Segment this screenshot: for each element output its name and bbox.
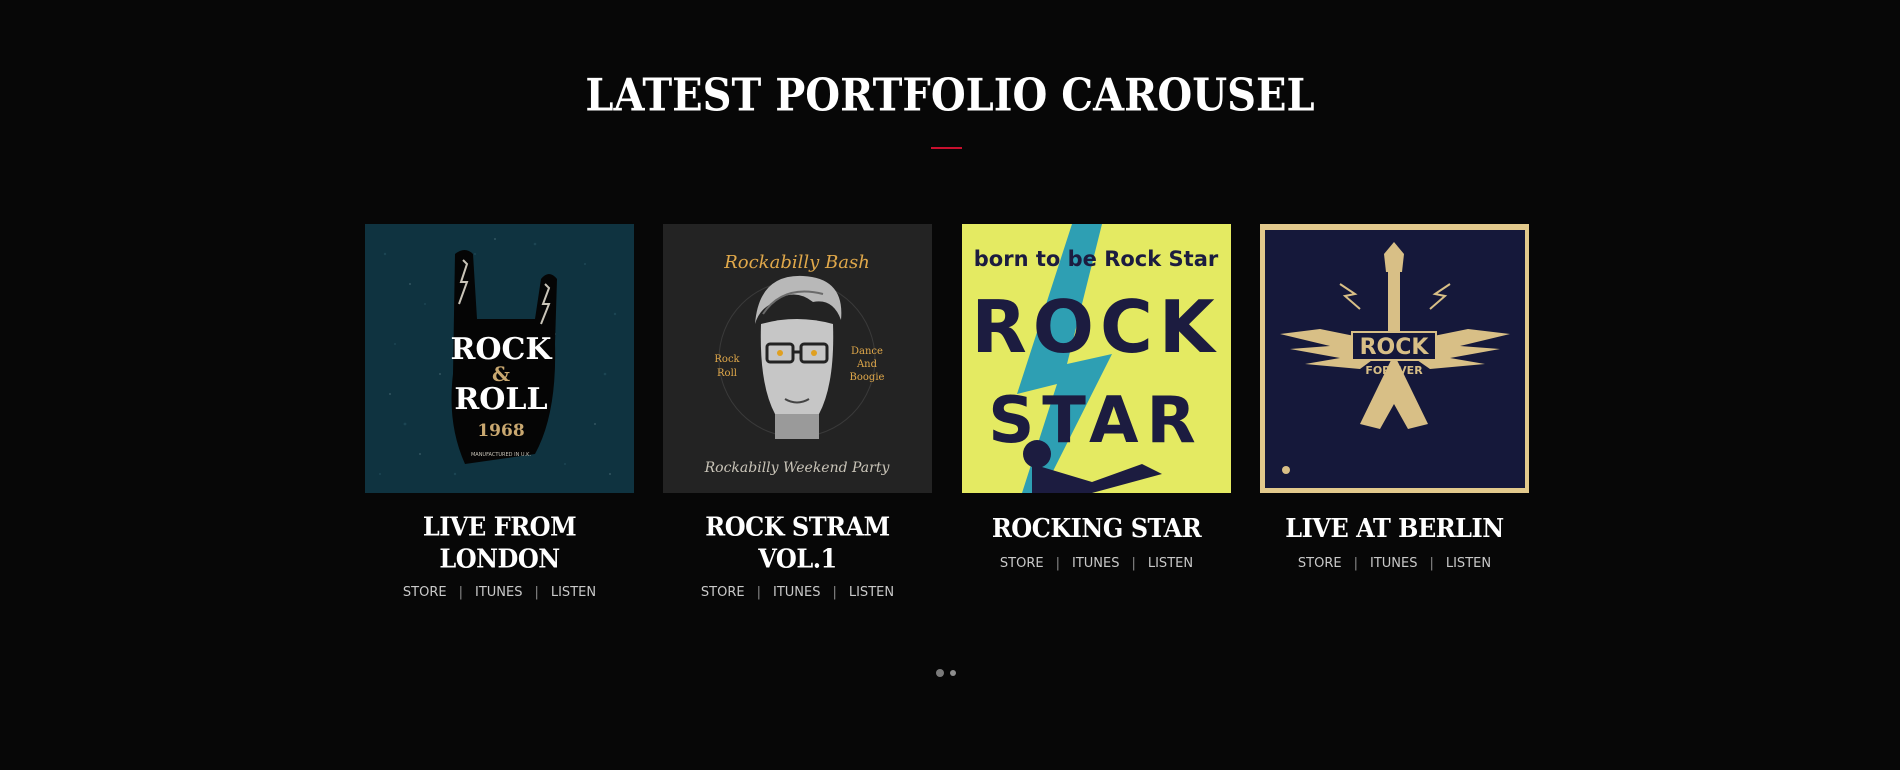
card-title[interactable]: LIVE AT BERLIN bbox=[1260, 512, 1529, 544]
card-links: STORE | ITUNES | LISTEN bbox=[1260, 556, 1529, 571]
svg-text:Dance: Dance bbox=[851, 346, 883, 357]
art-text-rock: ROCK bbox=[971, 285, 1220, 369]
portfolio-card: born to be Rock Star ROCK STAR ROCKING S… bbox=[962, 224, 1231, 571]
pagination-dot-active[interactable] bbox=[936, 669, 944, 677]
art-text-year: 1968 bbox=[477, 421, 524, 441]
title-divider bbox=[931, 147, 962, 149]
listen-link[interactable]: LISTEN bbox=[551, 585, 596, 600]
itunes-link[interactable]: ITUNES bbox=[1370, 556, 1417, 571]
section-title: LATEST PORTFOLIO CAROUSEL bbox=[585, 69, 1315, 122]
store-link[interactable]: STORE bbox=[701, 585, 745, 600]
art-text-star: STAR bbox=[988, 384, 1204, 458]
guitar-wings-artwork: ROCK FOREVER bbox=[1260, 224, 1529, 493]
carousel-pagination bbox=[936, 669, 956, 677]
art-text-rock: ROCK bbox=[1360, 335, 1430, 360]
portfolio-card: ROCK & ROLL 1968 MANUFACTURED IN U.K. LI… bbox=[365, 224, 634, 600]
store-link[interactable]: STORE bbox=[1000, 556, 1044, 571]
store-link[interactable]: STORE bbox=[403, 585, 447, 600]
portfolio-carousel[interactable]: ROCK & ROLL 1968 MANUFACTURED IN U.K. LI… bbox=[365, 224, 1529, 600]
listen-link[interactable]: LISTEN bbox=[1148, 556, 1193, 571]
art-text-born-to-be: born to be Rock Star bbox=[974, 247, 1219, 271]
listen-link[interactable]: LISTEN bbox=[849, 585, 894, 600]
listen-link[interactable]: LISTEN bbox=[1446, 556, 1491, 571]
art-text-manufactured: MANUFACTURED IN U.K. bbox=[471, 452, 531, 458]
link-separator: | bbox=[1055, 556, 1060, 571]
album-cover-rock-forever[interactable]: ROCK FOREVER bbox=[1260, 224, 1529, 493]
pagination-dot[interactable] bbox=[950, 670, 956, 676]
art-text-weekend-party: Rockabilly Weekend Party bbox=[704, 460, 891, 476]
card-title[interactable]: ROCKING STAR bbox=[962, 512, 1231, 544]
portfolio-card: ROCK FOREVER LIVE AT BERLIN STORE | ITUN… bbox=[1260, 224, 1529, 571]
link-separator: | bbox=[832, 585, 837, 600]
itunes-link[interactable]: ITUNES bbox=[475, 585, 522, 600]
album-cover-rock-and-roll[interactable]: ROCK & ROLL 1968 MANUFACTURED IN U.K. bbox=[365, 224, 634, 493]
svg-text:Roll: Roll bbox=[717, 368, 737, 379]
link-separator: | bbox=[1429, 556, 1434, 571]
rock-hand-artwork: ROCK & ROLL 1968 MANUFACTURED IN U.K. bbox=[365, 224, 634, 493]
card-title[interactable]: LIVE FROM LONDON bbox=[365, 510, 634, 574]
link-separator: | bbox=[1353, 556, 1358, 571]
card-links: STORE | ITUNES | LISTEN bbox=[365, 585, 634, 600]
svg-text:And: And bbox=[856, 359, 878, 370]
art-text-rockabilly-bash: Rockabilly Bash bbox=[723, 252, 870, 273]
link-separator: | bbox=[458, 585, 463, 600]
art-text-forever: FOREVER bbox=[1365, 364, 1423, 377]
rock-star-artwork: born to be Rock Star ROCK STAR bbox=[962, 224, 1231, 493]
svg-text:Boogie: Boogie bbox=[850, 372, 885, 383]
svg-text:Rock: Rock bbox=[714, 354, 740, 365]
link-separator: | bbox=[756, 585, 761, 600]
itunes-link[interactable]: ITUNES bbox=[1072, 556, 1119, 571]
portfolio-card: Rockabilly Bash Rockabilly Weekend Party… bbox=[663, 224, 932, 600]
album-cover-rock-star[interactable]: born to be Rock Star ROCK STAR bbox=[962, 224, 1231, 493]
rockabilly-face-artwork: Rockabilly Bash Rockabilly Weekend Party… bbox=[663, 224, 932, 493]
link-separator: | bbox=[1131, 556, 1136, 571]
store-link[interactable]: STORE bbox=[1298, 556, 1342, 571]
card-title[interactable]: ROCK STRAM VOL.1 bbox=[663, 510, 932, 574]
link-separator: | bbox=[534, 585, 539, 600]
art-text-roll: ROLL bbox=[454, 382, 547, 417]
card-links: STORE | ITUNES | LISTEN bbox=[962, 556, 1231, 571]
itunes-link[interactable]: ITUNES bbox=[773, 585, 820, 600]
card-links: STORE | ITUNES | LISTEN bbox=[663, 585, 932, 600]
album-cover-rockabilly[interactable]: Rockabilly Bash Rockabilly Weekend Party… bbox=[663, 224, 932, 493]
